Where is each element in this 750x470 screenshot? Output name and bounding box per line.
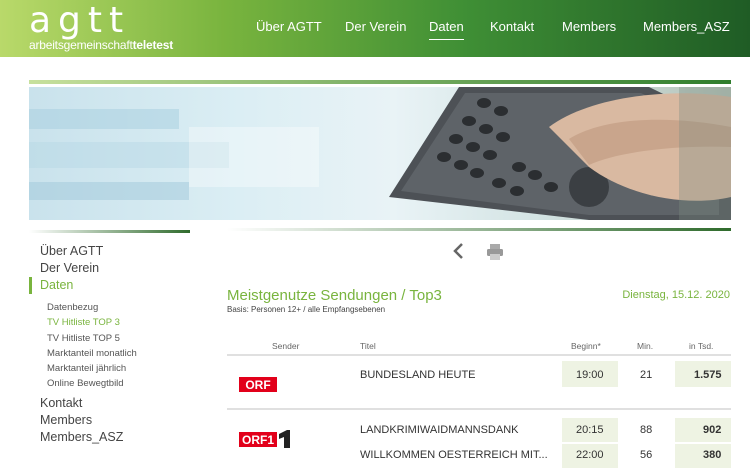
- sidenav-marktanteil-jaehrlich[interactable]: Marktanteil jährlich: [29, 361, 199, 376]
- sidenav-der-verein[interactable]: Der Verein: [29, 260, 199, 277]
- sidenav-kontakt[interactable]: Kontakt: [29, 395, 199, 412]
- orf1-logo: ORF1: [239, 430, 290, 448]
- topnav-kontakt[interactable]: Kontakt: [490, 19, 534, 34]
- table-divider: [227, 408, 731, 410]
- topnav-ueber-agtt[interactable]: Über AGTT: [256, 19, 322, 34]
- table-header: Sender Titel Beginn* Min. in Tsd.: [0, 341, 750, 353]
- sidenav-ueber-agtt[interactable]: Über AGTT: [29, 243, 199, 260]
- row-tsd: 1.575: [694, 369, 722, 381]
- row-begin: 22:00: [576, 449, 604, 461]
- row-begin: 20:15: [576, 424, 604, 436]
- logo-subtitle-normal: arbeitsgemeinschaft: [29, 38, 133, 52]
- basis-note: Basis: Personen 12+ / alle Empfangsebene…: [227, 305, 386, 314]
- topnav-daten[interactable]: Daten: [429, 19, 464, 40]
- col-header-tsd: in Tsd.: [689, 341, 714, 351]
- sidenav-daten[interactable]: Daten: [29, 277, 199, 294]
- orf-logo-text: ORF: [245, 378, 270, 392]
- orf-logo: ORF: [239, 377, 277, 392]
- broadcast-date: Dienstag, 15.12. 2020: [622, 289, 730, 301]
- sidenav-top-bar: [29, 230, 190, 233]
- col-header-titel: Titel: [360, 341, 376, 351]
- row-tsd: 380: [703, 449, 722, 461]
- row-min: 88: [640, 424, 653, 436]
- sidenav-members[interactable]: Members: [29, 412, 199, 429]
- site-header: agtt arbeitsgemeinschaftteletest Über AG…: [0, 0, 750, 57]
- topnav-members-asz[interactable]: Members_ASZ: [643, 19, 730, 34]
- col-header-sender: Sender: [272, 341, 300, 351]
- topnav-der-verein[interactable]: Der Verein: [345, 19, 406, 34]
- row-title: BUNDESLAND HEUTE: [360, 369, 476, 381]
- logo-subtitle: arbeitsgemeinschaftteletest: [29, 38, 173, 52]
- content-top-bar: [227, 228, 731, 231]
- top-navigation: Über AGTT Der Verein Daten Kontakt Membe…: [0, 19, 750, 40]
- orf1-logo-text: ORF1: [242, 433, 274, 447]
- sidenav-datenbezug[interactable]: Datenbezug: [29, 300, 199, 315]
- hero-image-remote-control: [29, 87, 731, 220]
- row-title: WILLKOMMEN OESTERREICH MIT...: [360, 449, 548, 461]
- row-min: 21: [640, 369, 653, 381]
- sidenav-members-asz[interactable]: Members_ASZ: [29, 429, 199, 446]
- print-icon[interactable]: [485, 242, 505, 262]
- sidenav-tv-hitliste-top3[interactable]: TV Hitliste TOP 3: [29, 315, 199, 330]
- sidenav-online-bewegtbild[interactable]: Online Bewegtbild: [29, 376, 199, 391]
- row-title: LANDKRIMIWAIDMANNSDANK: [360, 424, 519, 436]
- col-header-min: Min.: [637, 341, 654, 351]
- remote-control-illustration: [29, 87, 731, 220]
- topnav-members[interactable]: Members: [562, 19, 616, 34]
- page-title: Meistgenutze Sendungen / Top3: [227, 287, 442, 304]
- row-begin: 19:00: [576, 369, 604, 381]
- hero-top-bar: [29, 80, 731, 84]
- table-divider: [227, 354, 731, 356]
- col-header-beginn: Beginn*: [571, 341, 601, 351]
- row-tsd: 902: [703, 424, 722, 436]
- logo-subtitle-bold: teletest: [132, 38, 174, 52]
- back-chevron-icon[interactable]: [449, 241, 469, 261]
- row-min: 56: [640, 449, 653, 461]
